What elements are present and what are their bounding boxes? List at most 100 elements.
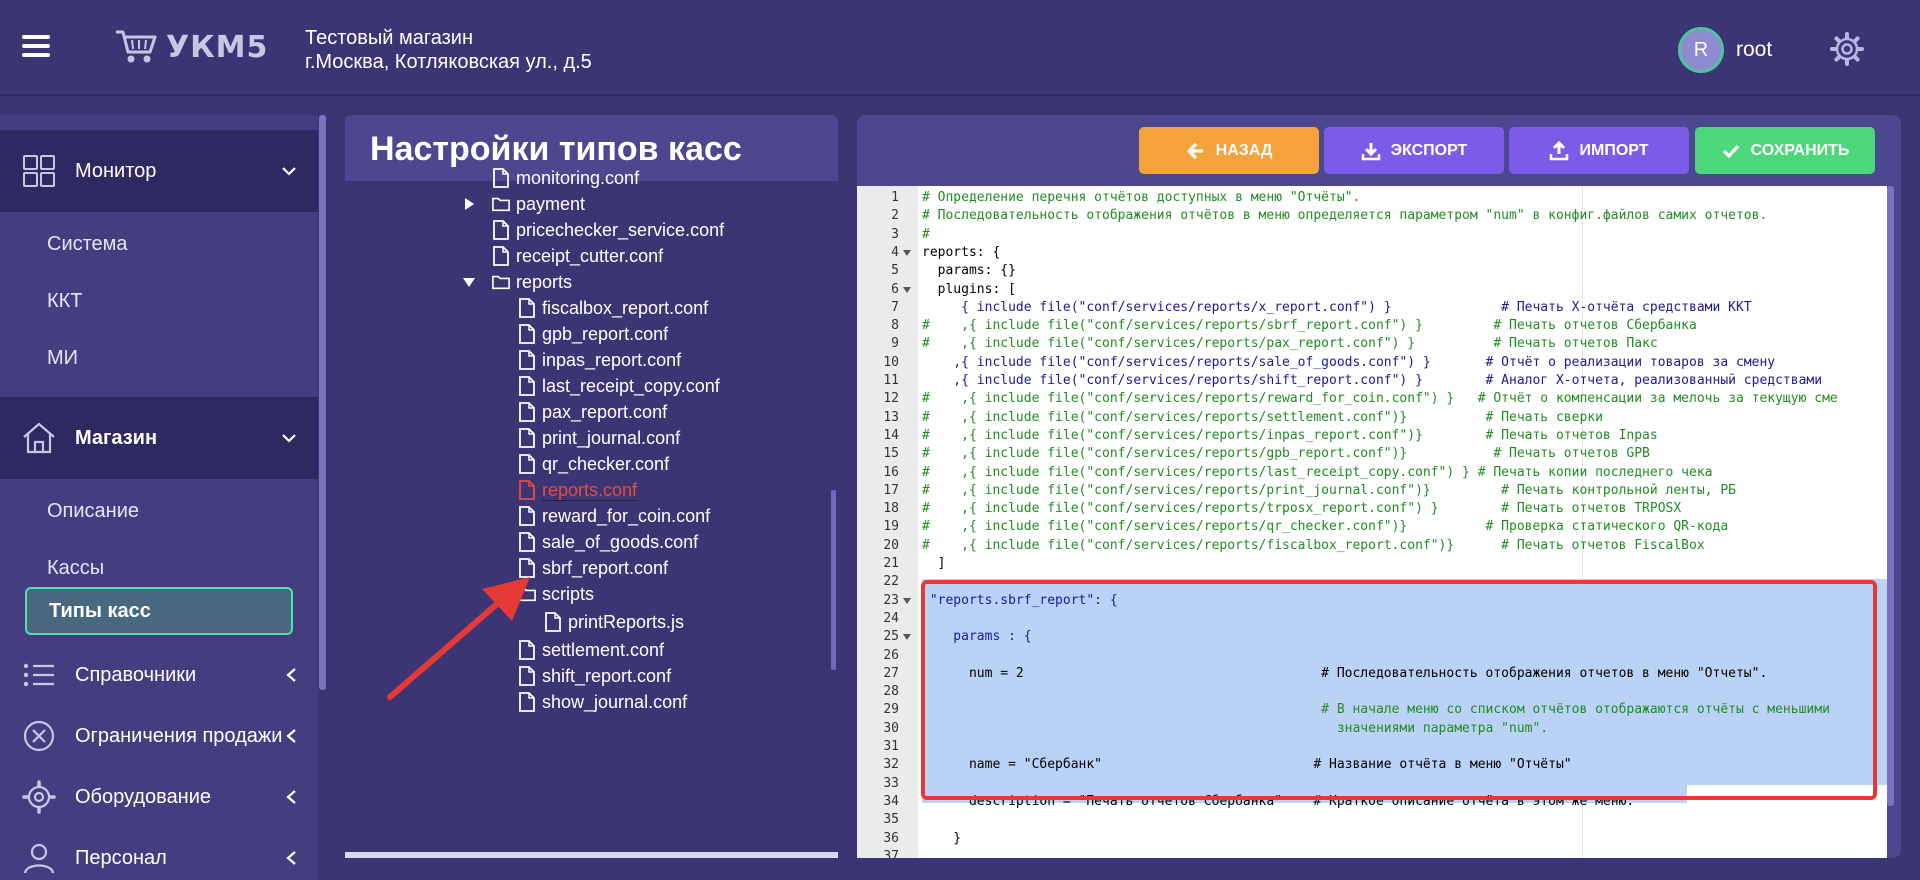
sidebar-item-system[interactable]: Система xyxy=(0,216,318,273)
chevron-down-icon xyxy=(282,167,296,176)
tree-horizontal-scrollbar[interactable] xyxy=(345,852,838,858)
tree-file[interactable]: pax_report.conf xyxy=(518,399,667,425)
menu-icon[interactable] xyxy=(22,35,50,57)
editor-scrollbar[interactable] xyxy=(1887,186,1894,806)
tree-item-label: monitoring.conf xyxy=(516,167,640,188)
fold-toggle-icon[interactable] xyxy=(903,597,911,605)
line-number: 1 xyxy=(891,190,899,205)
tree-file[interactable]: fiscalbox_report.conf xyxy=(518,295,708,321)
line-number: 33 xyxy=(883,775,899,791)
line-number: 3 xyxy=(891,226,899,242)
tree-item-label: scripts xyxy=(542,583,595,604)
tree-item-label: receipt_cutter.conf xyxy=(516,245,664,266)
logo-text: УКМ5 xyxy=(166,29,269,65)
tree-item-label: printReports.js xyxy=(568,611,685,632)
code-text: ,{ include file("conf/services/reports/s… xyxy=(922,354,1776,370)
line-number: 29 xyxy=(883,702,899,718)
code-line: 34 description = "Печать отчетов Сбербан… xyxy=(857,793,1887,811)
code-line: 32 name = "Сбербанк" # Название отчёта в… xyxy=(857,756,1887,774)
tree-file[interactable]: last_receipt_copy.conf xyxy=(518,373,720,399)
line-number: 13 xyxy=(883,409,899,425)
tree-folder[interactable]: scripts xyxy=(518,581,594,607)
tree-item-label: qr_checker.conf xyxy=(542,453,670,474)
line-number: 31 xyxy=(883,739,899,754)
back-button-label: НАЗАД xyxy=(1215,141,1273,159)
sidebar-section-directories[interactable]: Справочники xyxy=(0,645,318,705)
settings-gear-icon[interactable] xyxy=(1830,32,1864,66)
import-button[interactable]: ИМПОРТ xyxy=(1509,127,1689,174)
code-text: "reports.sbrf_report": { xyxy=(922,592,1118,608)
tree-file[interactable]: show_journal.conf xyxy=(518,689,687,715)
code-text: plugins: [ xyxy=(922,281,1016,297)
home-icon xyxy=(23,422,55,454)
sidebar-section-monitor[interactable]: Монитор xyxy=(0,130,318,212)
save-button[interactable]: СОХРАНИТЬ xyxy=(1695,127,1875,174)
tree-file[interactable]: receipt_cutter.conf xyxy=(492,243,663,269)
line-number: 30 xyxy=(883,720,899,736)
tree-item-label: reports xyxy=(516,271,573,292)
sidebar-label-sale-restrictions: Ограничения продажи xyxy=(75,724,283,747)
tree-folder[interactable]: reports xyxy=(492,269,572,295)
avatar[interactable]: R xyxy=(1678,27,1724,73)
sidebar-item-register-types[interactable]: Типы касс xyxy=(25,587,293,635)
page-title: Настройки типов касс xyxy=(370,130,742,168)
tree-file[interactable]: reports.conf xyxy=(518,477,637,503)
code-line: 9 # ,{ include file("conf/services/report… xyxy=(857,335,1887,353)
code-text: # xyxy=(922,226,930,242)
file-icon xyxy=(519,480,535,500)
line-number: 36 xyxy=(883,830,899,846)
line-number: 24 xyxy=(883,610,899,626)
caret-right-icon[interactable] xyxy=(462,197,476,211)
tree-scrollbar[interactable] xyxy=(831,490,836,670)
tree-file[interactable]: printReports.js xyxy=(544,609,684,635)
code-line: 4 reports: { xyxy=(857,244,1887,262)
tree-file[interactable]: shift_report.conf xyxy=(518,663,671,689)
tree-file[interactable]: sbrf_report.conf xyxy=(518,555,668,581)
line-number: 15 xyxy=(883,446,899,462)
tree-file[interactable]: pricechecker_service.conf xyxy=(492,217,724,243)
back-button[interactable]: НАЗАД xyxy=(1139,127,1319,174)
code-line: 16 # ,{ include file("conf/services/repor… xyxy=(857,464,1887,482)
sidebar-section-staff[interactable]: Персонал xyxy=(0,828,318,880)
tree-item-label: last_receipt_copy.conf xyxy=(542,375,720,396)
tree-folder[interactable]: payment xyxy=(492,191,585,217)
fold-toggle-icon[interactable] xyxy=(903,286,911,294)
sidebar-scrollbar[interactable] xyxy=(319,115,326,690)
fold-toggle-icon[interactable] xyxy=(903,633,911,641)
sidebar-item-kkt[interactable]: ККТ xyxy=(0,273,318,330)
code-line: 25 params : { xyxy=(857,628,1887,646)
sidebar-section-sale-restrictions[interactable]: Ограничения продажи xyxy=(0,706,318,766)
code-line: 24 xyxy=(857,610,1887,628)
tree-file[interactable]: qr_checker.conf xyxy=(518,451,669,477)
file-icon xyxy=(519,324,535,344)
tree-file[interactable]: sale_of_goods.conf xyxy=(518,529,698,555)
fold-toggle-icon[interactable] xyxy=(903,249,911,257)
user-menu[interactable]: R root xyxy=(1678,27,1772,73)
download-icon xyxy=(1361,142,1380,160)
tree-file[interactable]: monitoring.conf xyxy=(492,165,639,191)
tree-file[interactable]: settlement.conf xyxy=(518,637,664,663)
code-line: 15 # ,{ include file("conf/services/repor… xyxy=(857,445,1887,463)
sidebar-item-description[interactable]: Описание xyxy=(0,483,318,540)
sidebar-section-shop[interactable]: Магазин xyxy=(0,397,318,479)
file-icon xyxy=(519,298,535,318)
sidebar-item-mi[interactable]: МИ xyxy=(0,330,318,387)
tree-item-label: sale_of_goods.conf xyxy=(542,531,699,552)
store-name: Тестовый магазин xyxy=(305,27,474,49)
code-text: # ,{ include file("conf/services/reports… xyxy=(922,409,1603,425)
sidebar-label-directories: Справочники xyxy=(75,663,197,686)
tree-item-label: fiscalbox_report.conf xyxy=(542,297,709,318)
caret-down-icon[interactable] xyxy=(488,587,502,601)
code-editor[interactable]: 1 # Определение перечня отчётов доступных… xyxy=(857,186,1887,858)
tree-file[interactable]: reward_for_coin.conf xyxy=(518,503,710,529)
file-icon xyxy=(519,454,535,474)
sidebar-section-equipment[interactable]: Оборудование xyxy=(0,767,318,827)
tree-file[interactable]: print_journal.conf xyxy=(518,425,680,451)
username[interactable]: root xyxy=(1736,38,1772,62)
tree-file[interactable]: inpas_report.conf xyxy=(518,347,681,373)
export-button[interactable]: ЭКСПОРТ xyxy=(1324,127,1504,174)
caret-down-icon[interactable] xyxy=(462,275,476,289)
tree-file[interactable]: gpb_report.conf xyxy=(518,321,668,347)
line-number: 20 xyxy=(883,537,899,553)
file-icon xyxy=(519,428,535,448)
